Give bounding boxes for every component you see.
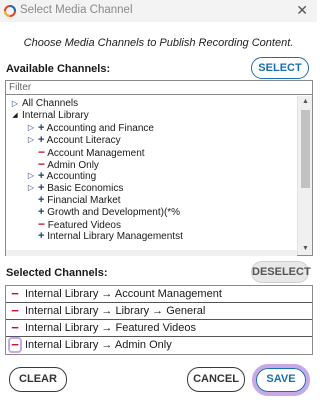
expand-arrow-icon[interactable]: ▷ <box>26 134 36 146</box>
cancel-button[interactable]: CANCEL <box>187 367 245 392</box>
channel-label: Financial Market <box>47 195 121 206</box>
channel-label: Account Literacy <box>46 135 121 146</box>
selected-channel-path: Internal Library → Admin Only <box>25 339 172 351</box>
save-button-focus-ring[interactable]: SAVE <box>252 364 310 396</box>
window-title: Select Media Channel <box>20 4 133 16</box>
collapse-arrow-icon[interactable]: ◢ <box>10 110 20 122</box>
remove-channel-icon[interactable]: − <box>38 157 45 171</box>
close-icon[interactable]: ✕ <box>296 2 308 19</box>
selected-channel-path: Internal Library → Account Management <box>25 288 222 300</box>
channel-label: Accounting and Finance <box>46 123 154 134</box>
tree-vertical-scrollbar[interactable]: ▲ ▼ <box>297 96 312 255</box>
channel-label: Growth and Development)(*% <box>47 207 181 218</box>
app-logo-icon <box>4 5 16 17</box>
tree-item-label: Internal Library <box>22 110 89 121</box>
save-button[interactable]: SAVE <box>256 368 306 392</box>
selected-channel-row[interactable]: − Internal Library → Account Management <box>6 286 312 303</box>
available-channels-label: Available Channels: <box>6 63 111 75</box>
add-channel-icon[interactable]: + <box>38 170 44 182</box>
select-button[interactable]: SELECT <box>251 57 309 79</box>
title-bar: Select Media Channel ✕ <box>0 0 317 22</box>
selected-channel-path: Internal Library → Featured Videos <box>25 322 196 334</box>
selected-channel-row[interactable]: − Internal Library → Featured Videos <box>6 320 312 337</box>
instruction-text: Choose Media Channels to Publish Recordi… <box>23 37 294 49</box>
selected-channel-row[interactable]: − Internal Library → Library → General <box>6 303 312 320</box>
clear-button[interactable]: CLEAR <box>9 367 67 392</box>
remove-icon[interactable]: − <box>8 303 22 319</box>
channel-label: Internal Library Managementst <box>47 231 183 242</box>
selected-channels-list: − Internal Library → Account Management … <box>5 285 313 355</box>
selected-channel-row[interactable]: − Internal Library → Admin Only <box>6 337 312 354</box>
tree-item-label: All Channels <box>22 98 79 109</box>
expand-arrow-icon[interactable]: ▷ <box>10 98 20 110</box>
scroll-up-icon[interactable]: ▲ <box>298 96 313 108</box>
filter-input[interactable] <box>5 80 313 95</box>
remove-channel-icon[interactable]: − <box>38 217 45 231</box>
selected-channel-path: Internal Library → Library → General <box>25 305 206 317</box>
selected-channels-label: Selected Channels: <box>6 267 108 279</box>
add-channel-icon[interactable]: + <box>38 194 44 206</box>
available-channels-tree: ▷ All Channels ◢ Internal Library ▷ + Ac… <box>5 95 313 256</box>
channel-label: Basic Economics <box>47 183 124 194</box>
remove-icon[interactable]: − <box>8 337 22 353</box>
remove-icon[interactable]: − <box>8 320 22 336</box>
expand-arrow-icon[interactable]: ▷ <box>26 170 36 182</box>
scrollbar-thumb[interactable] <box>301 110 310 188</box>
expand-arrow-icon[interactable]: ▷ <box>26 182 36 194</box>
deselect-button[interactable]: DESELECT <box>251 261 311 283</box>
add-channel-icon[interactable]: + <box>38 230 44 242</box>
remove-icon[interactable]: − <box>8 286 22 302</box>
channel-label: Accounting <box>46 171 97 182</box>
tree-horizontal-scrollbar[interactable] <box>6 250 297 256</box>
expand-arrow-icon[interactable]: ▷ <box>26 122 36 134</box>
add-channel-icon[interactable]: + <box>38 182 44 194</box>
add-channel-icon[interactable]: + <box>38 122 44 134</box>
scroll-down-icon[interactable]: ▼ <box>298 243 313 255</box>
